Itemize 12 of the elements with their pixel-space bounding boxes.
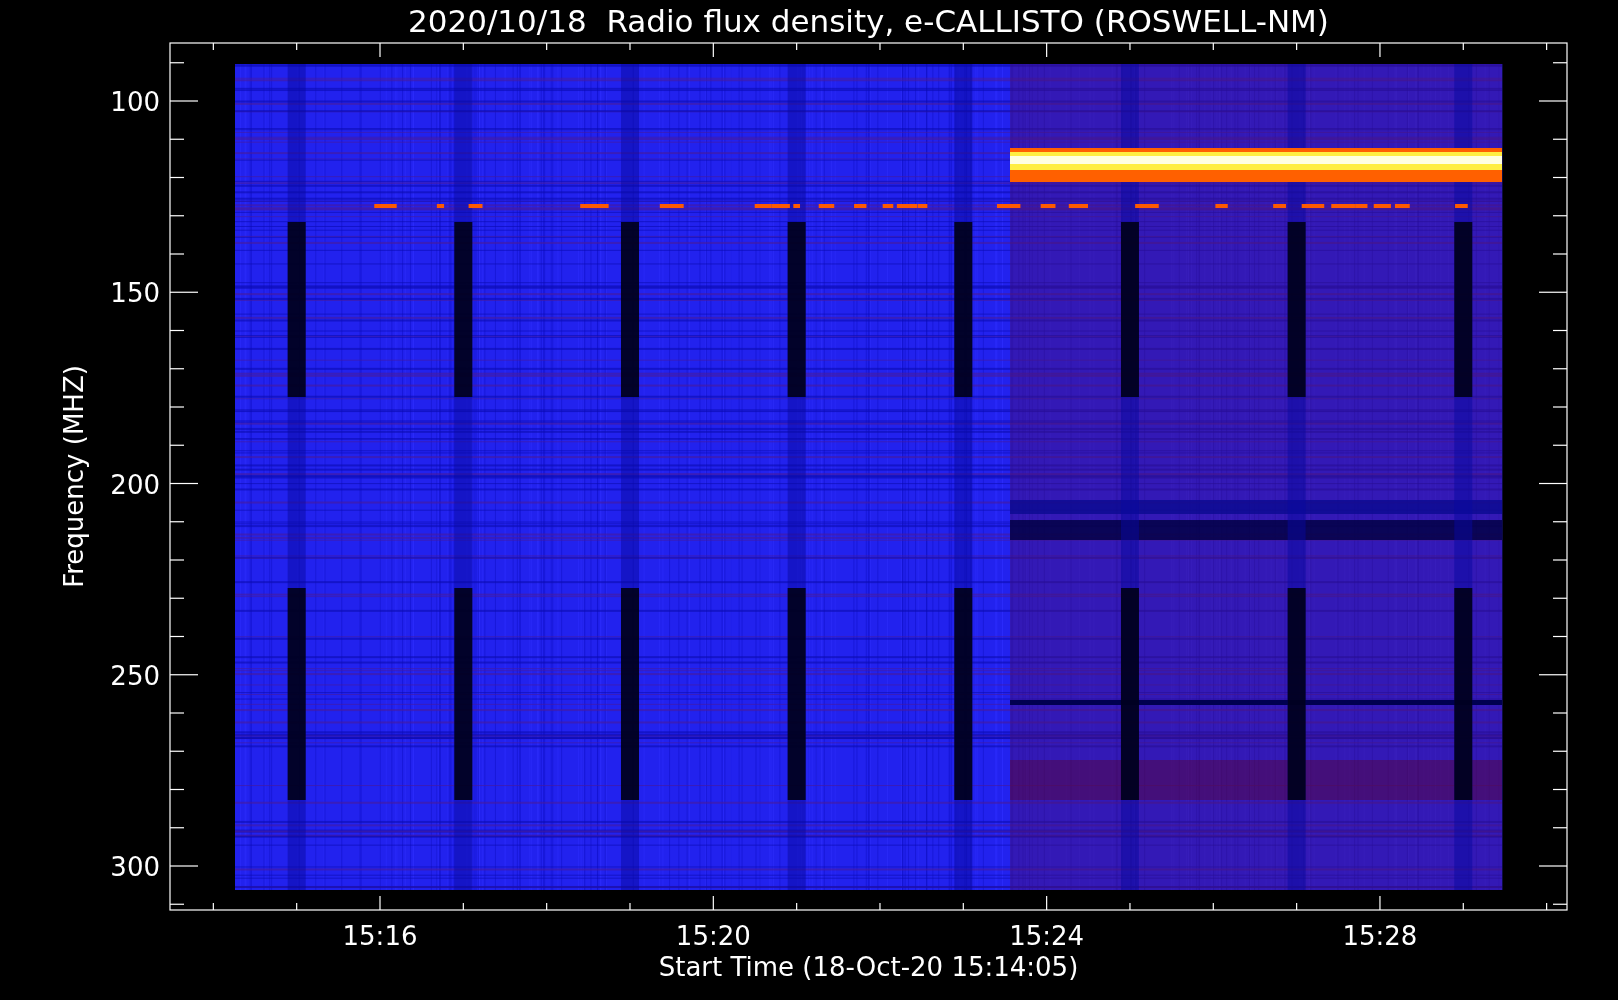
x-tick-label: 15:20 [675,921,751,951]
y-axis-label: Frequency (MHZ) [59,365,89,588]
y-tick-label: 200 [110,469,160,500]
x-tick-label: 15:28 [1342,921,1418,951]
x-tick-label: 15:16 [342,921,418,951]
x-axis-label: Start Time (18-Oct-20 15:14:05) [658,952,1079,982]
chart-title: 2020/10/18 Radio flux density, e-CALLISTO (ROSWELL-NM) [408,3,1329,39]
y-tick-label: 100 [110,87,160,117]
y-tick-label: 250 [110,660,160,691]
y-tick-label: 300 [110,852,160,882]
y-tick-label: 150 [110,278,160,309]
x-tick-label: 15:24 [1009,921,1085,951]
